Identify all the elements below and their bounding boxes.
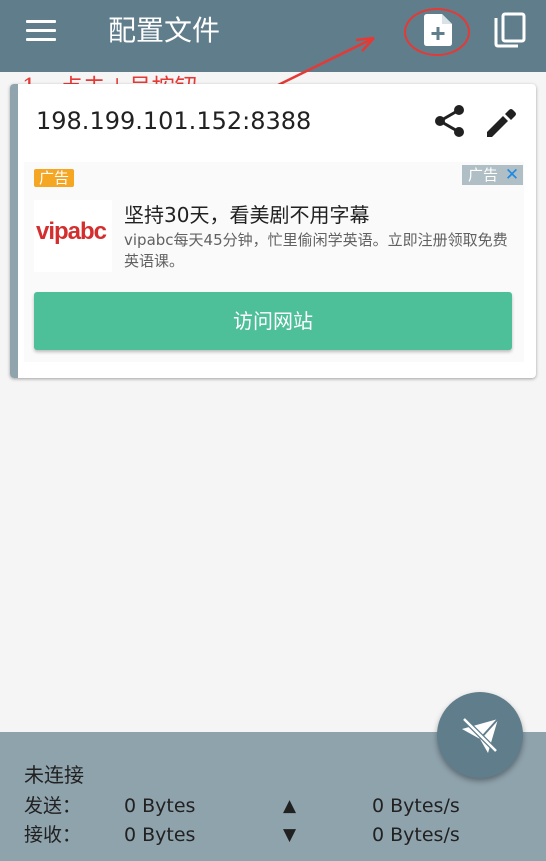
download-arrow-icon: ▼ (283, 825, 297, 845)
ad-title[interactable]: 坚持30天，看美剧不用字幕 (124, 200, 369, 230)
ad-visit-button[interactable]: 访问网站 (34, 292, 512, 350)
received-label: 接收： (24, 824, 82, 846)
received-value: 0 Bytes (124, 824, 196, 846)
ad-corner-tag: 广告 (462, 165, 503, 185)
server-address: 198.199.101.152:8388 (36, 107, 312, 135)
card-accent-bar (10, 84, 18, 378)
share-icon[interactable] (434, 104, 466, 138)
ad-logo[interactable]: vipabc (34, 200, 112, 272)
ad-close-icon[interactable]: ✕ (501, 165, 523, 185)
sent-label: 发送： (24, 795, 82, 817)
sent-row: 发送： 0 Bytes ▲ 0 Bytes/s (0, 792, 546, 820)
profile-card[interactable]: 198.199.101.152:8388 广告 广告 ✕ vipabc 坚持30… (10, 84, 536, 378)
sent-speed: 0 Bytes/s (372, 795, 460, 817)
paper-plane-disconnected-icon (462, 717, 499, 753)
connection-status: 未连接 (24, 763, 84, 787)
received-speed: 0 Bytes/s (372, 824, 460, 846)
ad-tag: 广告 (34, 169, 75, 187)
upload-arrow-icon: ▲ (283, 796, 297, 816)
received-row: 接收： 0 Bytes ▼ 0 Bytes/s (0, 821, 546, 849)
ad-logo-text: vipabc (36, 218, 107, 245)
ad-banner: 广告 广告 ✕ vipabc 坚持30天，看美剧不用字幕 vipabc每天45分… (24, 162, 524, 362)
sent-value: 0 Bytes (124, 795, 196, 817)
edit-pencil-icon[interactable] (484, 104, 516, 138)
connect-fab-button[interactable] (437, 692, 523, 778)
ad-description: vipabc每天45分钟，忙里偷闲学英语。立即注册领取免费英语课。 (124, 231, 508, 270)
